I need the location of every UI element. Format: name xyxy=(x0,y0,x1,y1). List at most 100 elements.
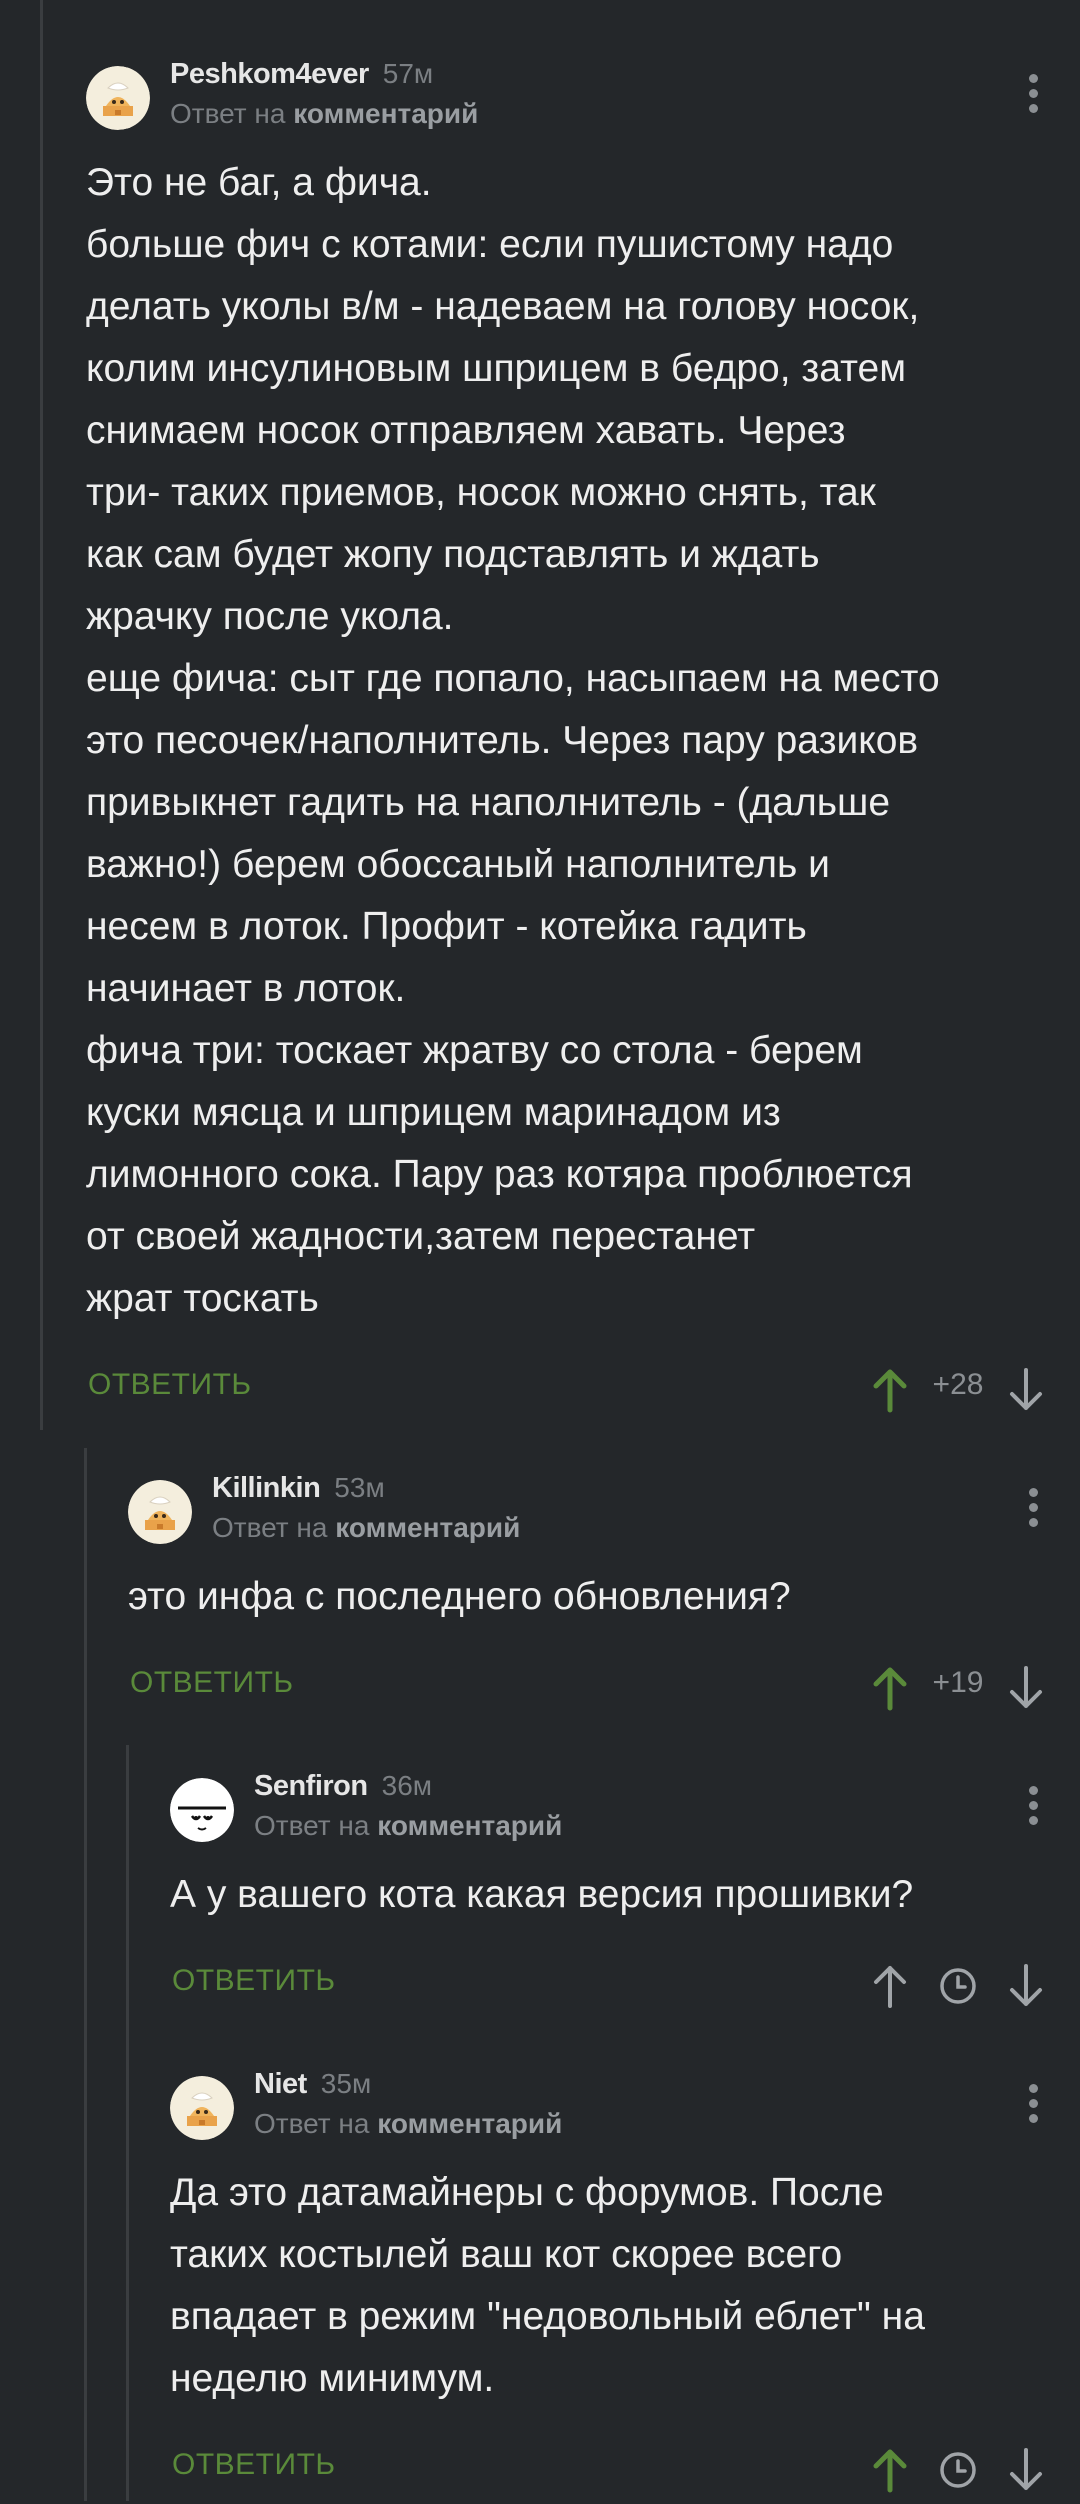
cat-avatar-icon xyxy=(86,66,150,130)
clock-icon xyxy=(940,1968,976,2004)
vote-controls xyxy=(868,2434,1048,2504)
more-options-icon[interactable] xyxy=(1018,1780,1048,1840)
comment-body-line: это инфа с последнего обновления? xyxy=(128,1575,791,1618)
comment-time: 53м xyxy=(334,1472,385,1503)
comment-body-line: несем в лоток. Профит - котейка гадить xyxy=(86,905,807,948)
more-options-icon[interactable] xyxy=(1018,68,1048,128)
comment-body-line: А у вашего кота какая версия прошивки? xyxy=(170,1873,914,1916)
rating-value: +19 xyxy=(932,1666,984,1699)
comment-body-line: снимаем носок отправляем хавать. Через xyxy=(86,409,846,452)
vote-controls: +28 xyxy=(868,1354,1048,1424)
reply-button[interactable]: ОТВЕТИТЬ xyxy=(88,1368,252,1402)
reply-to-line: Ответ на комментарий xyxy=(212,1512,520,1544)
comment-body: Это не баг, а фича. больше фич с котами:… xyxy=(86,152,1048,1330)
comment-header: Peshkom4ever 57м Ответ на комментарий xyxy=(86,58,1048,148)
comment-body-line: как сам будет жопу подставлять и ждать xyxy=(86,533,820,576)
comment: Senfiron 36м Ответ на комментарий А у ваш… xyxy=(170,1770,1048,2020)
comment-body-line: Это не баг, а фича. xyxy=(86,161,432,204)
comment-body-line: лимонного сока. Пару раз котяра проблюет… xyxy=(86,1153,913,1196)
avatar[interactable] xyxy=(86,66,150,130)
rating-value: +28 xyxy=(932,1368,984,1401)
comment-footer: ОТВЕТИТЬ xyxy=(170,2434,1048,2504)
clock-icon xyxy=(940,2452,976,2488)
reply-prefix: Ответ на xyxy=(254,2108,370,2139)
comment-body-line: таких костылей ваш кот скорее всего xyxy=(170,2233,843,2276)
avatar[interactable] xyxy=(170,1778,234,1842)
comment-body-line: это песочек/наполнитель. Через пару рази… xyxy=(86,719,919,762)
comment: Peshkom4ever 57м Ответ на комментарий Это… xyxy=(86,58,1048,1424)
reply-prefix: Ответ на xyxy=(212,1512,328,1543)
cat-avatar-icon xyxy=(170,2076,234,2140)
comment-body-line: начинает в лоток. xyxy=(86,967,406,1010)
vote-controls: +19 xyxy=(868,1652,1048,1722)
author-name[interactable]: Senfiron 36м xyxy=(254,1770,432,1803)
thread-line-level-2 xyxy=(126,1745,129,2501)
comment-body-line: больше фич с котами: если пушистому надо xyxy=(86,223,894,266)
comment-header: Killinkin 53м Ответ на комментарий xyxy=(128,1472,1048,1562)
author-name[interactable]: Peshkom4ever 57м xyxy=(170,58,433,91)
comment-body-line: впадает в режим "недовольный еблет" на xyxy=(170,2295,925,2338)
reply-target-link[interactable]: комментарий xyxy=(335,1512,520,1543)
reply-target-link[interactable]: комментарий xyxy=(377,2108,562,2139)
downvote-arrow-icon[interactable] xyxy=(1004,1962,1048,2010)
comment-header: Niet 35м Ответ на комментарий xyxy=(170,2068,1048,2158)
comment-body-line: важно!) берем обоссаный наполнитель и xyxy=(86,843,830,886)
comment-body-line: жрачку после укола. xyxy=(86,595,454,638)
reply-to-line: Ответ на комментарий xyxy=(254,1810,562,1842)
upvote-arrow-icon[interactable] xyxy=(868,2446,912,2494)
face-avatar-icon xyxy=(170,1778,234,1842)
comment-body-line: неделю минимум. xyxy=(170,2357,495,2400)
reply-target-link[interactable]: комментарий xyxy=(293,98,478,129)
comment-footer: ОТВЕТИТЬ +19 xyxy=(128,1652,1048,1722)
comment-body: Да это датамайнеры с форумов. После таки… xyxy=(170,2162,1048,2410)
comment-header: Senfiron 36м Ответ на комментарий xyxy=(170,1770,1048,1860)
comment-body-line: Да это датамайнеры с форумов. После xyxy=(170,2171,884,2214)
comment-time: 57м xyxy=(382,58,434,89)
thread-line-level-1 xyxy=(84,1448,87,2501)
upvote-arrow-icon[interactable] xyxy=(868,1366,912,1414)
author-name-text: Niet xyxy=(254,2068,307,2100)
downvote-arrow-icon[interactable] xyxy=(1004,1366,1048,1414)
downvote-arrow-icon[interactable] xyxy=(1004,2446,1048,2494)
reply-prefix: Ответ на xyxy=(254,1810,370,1841)
comment-body-line: куски мясца и шприцем маринадом из xyxy=(86,1091,781,1134)
author-name[interactable]: Killinkin 53м xyxy=(212,1472,385,1505)
comment-body: это инфа с последнего обновления? xyxy=(128,1566,1048,1628)
more-options-icon[interactable] xyxy=(1018,2078,1048,2138)
avatar[interactable] xyxy=(128,1480,192,1544)
author-name-text: Killinkin xyxy=(212,1472,321,1504)
comment-body: А у вашего кота какая версия прошивки? xyxy=(170,1864,1048,1926)
avatar[interactable] xyxy=(170,2076,234,2140)
comment-time: 36м xyxy=(381,1770,433,1801)
vote-controls xyxy=(868,1950,1048,2020)
reply-button[interactable]: ОТВЕТИТЬ xyxy=(172,1964,336,1998)
reply-button[interactable]: ОТВЕТИТЬ xyxy=(130,1666,294,1700)
reply-to-line: Ответ на комментарий xyxy=(254,2108,562,2140)
comment-body-line: привыкнет гадить на наполнитель - (дальш… xyxy=(86,781,891,824)
author-name-text: Peshkom4ever xyxy=(170,58,369,90)
upvote-arrow-icon[interactable] xyxy=(868,1962,912,2010)
comment-body-line: жрат тоскать xyxy=(86,1277,319,1320)
comment-footer: ОТВЕТИТЬ xyxy=(170,1950,1048,2020)
cat-avatar-icon xyxy=(128,1480,192,1544)
comment-body-line: фича три: тоскает жратву со стола - бере… xyxy=(86,1029,863,1072)
comment-time: 35м xyxy=(320,2068,372,2099)
author-name[interactable]: Niet 35м xyxy=(254,2068,371,2101)
author-name-text: Senfiron xyxy=(254,1770,368,1802)
reply-target-link[interactable]: комментарий xyxy=(377,1810,562,1841)
comment: Niet 35м Ответ на комментарий Да это дата… xyxy=(170,2068,1048,2504)
downvote-arrow-icon[interactable] xyxy=(1004,1664,1048,1712)
reply-prefix: Ответ на xyxy=(170,98,286,129)
upvote-arrow-icon[interactable] xyxy=(868,1664,912,1712)
reply-to-line: Ответ на комментарий xyxy=(170,98,478,130)
comment-body-line: три- таких приемов, носок можно снять, т… xyxy=(86,471,876,514)
comment-footer: ОТВЕТИТЬ +28 xyxy=(86,1354,1048,1424)
comment-body-line: колим инсулиновым шприцем в бедро, затем xyxy=(86,347,907,390)
comment-body-line: еще фича: сыт где попало, насыпаем на ме… xyxy=(86,657,940,700)
comment-body-line: делать уколы в/м - надеваем на голову но… xyxy=(86,285,920,328)
reply-button[interactable]: ОТВЕТИТЬ xyxy=(172,2448,336,2482)
comment-body-line: от своей жадности,затем перестанет xyxy=(86,1215,756,1258)
comment: Killinkin 53м Ответ на комментарий это ин… xyxy=(128,1472,1048,1722)
more-options-icon[interactable] xyxy=(1018,1482,1048,1542)
thread-line-level-0 xyxy=(40,0,43,1430)
